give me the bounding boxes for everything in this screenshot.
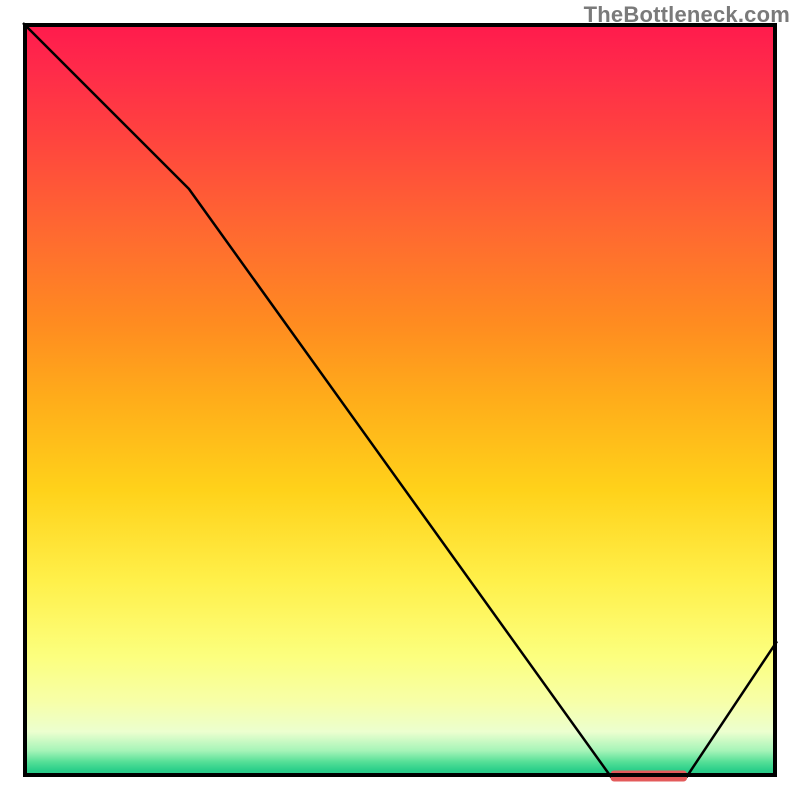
bottleneck-curve [23,23,777,777]
line-chart-svg [23,23,777,777]
optimal-range-marker [611,771,686,781]
chart-container: TheBottleneck.com [0,0,800,800]
plot-outer [23,23,777,777]
